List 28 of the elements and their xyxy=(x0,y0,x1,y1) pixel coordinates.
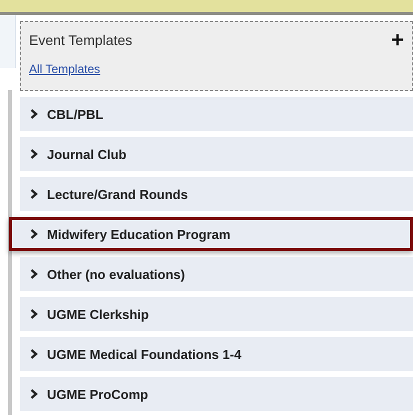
group-label: Lecture/Grand Rounds xyxy=(47,186,188,202)
template-group-row[interactable]: Other (no evaluations) xyxy=(20,257,413,291)
template-group-row[interactable]: Lecture/Grand Rounds xyxy=(20,177,413,211)
chevron-right-icon xyxy=(30,149,38,159)
group-label: Midwifery Education Program xyxy=(47,226,230,242)
group-label: UGME Medical Foundations 1-4 xyxy=(47,346,242,362)
chevron-right-icon xyxy=(30,309,38,319)
group-label: CBL/PBL xyxy=(47,106,104,122)
group-label: UGME Clerkship xyxy=(47,306,149,322)
template-group-row[interactable]: Journal Club xyxy=(20,137,413,171)
template-group-row[interactable]: UGME Clerkship xyxy=(20,297,413,331)
template-group-row[interactable]: CBL/PBL xyxy=(20,97,413,131)
template-group-row[interactable]: Midwifery Education Program xyxy=(9,217,413,251)
chevron-right-icon xyxy=(30,349,38,359)
all-templates-link[interactable]: All Templates xyxy=(29,62,100,76)
chevron-right-icon xyxy=(30,229,38,239)
add-button[interactable]: + xyxy=(391,32,404,48)
template-group-row[interactable]: UGME Medical Foundations 1-4 xyxy=(20,337,413,371)
chevron-right-icon xyxy=(30,109,38,119)
template-group-row[interactable]: UGME ProComp xyxy=(20,377,413,411)
group-label: Other (no evaluations) xyxy=(47,266,185,282)
group-label: Journal Club xyxy=(47,146,126,162)
side-pane xyxy=(0,15,16,68)
panel-title: Event Templates xyxy=(29,32,132,48)
chevron-right-icon xyxy=(30,269,38,279)
chevron-right-icon xyxy=(30,389,38,399)
chevron-right-icon xyxy=(30,189,38,199)
group-label: UGME ProComp xyxy=(47,386,148,402)
